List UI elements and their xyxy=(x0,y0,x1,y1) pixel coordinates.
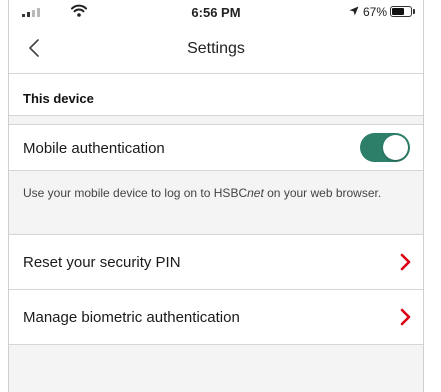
battery-percent: 67% xyxy=(362,5,387,19)
bottom-area xyxy=(9,345,423,385)
section-spacer xyxy=(9,116,423,125)
reset-security-pin-label: Reset your security PIN xyxy=(23,254,181,271)
reset-security-pin-row[interactable]: Reset your security PIN xyxy=(9,235,423,290)
battery-nub xyxy=(413,9,415,14)
description-text-start: Use your mobile device to log on to HSBC xyxy=(23,186,248,200)
mobile-authentication-label: Mobile authentication xyxy=(23,140,165,157)
mobile-authentication-row: Mobile authentication xyxy=(9,125,423,171)
location-arrow-icon xyxy=(349,6,359,16)
description-text-end: on your web browser. xyxy=(263,186,382,200)
phone-screen: 6:56 PM 67% Settings This device Mobile … xyxy=(8,0,424,392)
status-time: 6:56 PM xyxy=(191,5,241,20)
chevron-right-icon xyxy=(400,308,411,326)
toggle-knob xyxy=(383,135,408,160)
description-text-italic: net xyxy=(247,186,264,200)
manage-biometric-label: Manage biometric authentication xyxy=(23,309,240,326)
battery-icon xyxy=(390,6,412,17)
page-title: Settings xyxy=(187,40,245,57)
mobile-authentication-description: Use your mobile device to log on to HSBC… xyxy=(9,171,423,235)
section-header: This device xyxy=(9,74,423,116)
manage-biometric-row[interactable]: Manage biometric authentication xyxy=(9,290,423,345)
mobile-authentication-toggle[interactable] xyxy=(360,133,410,162)
status-bar: 6:56 PM 67% xyxy=(9,0,423,24)
nav-bar: Settings xyxy=(9,24,423,74)
chevron-right-icon xyxy=(400,253,411,271)
